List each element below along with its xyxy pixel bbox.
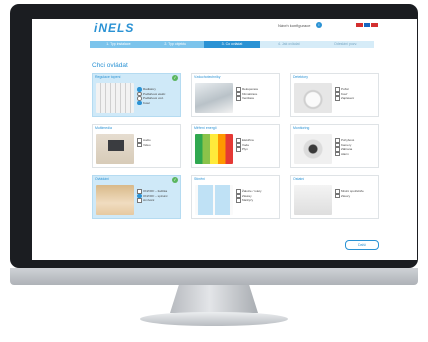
flag-icon[interactable] (371, 23, 379, 27)
feature-card[interactable]: Multimedia Audio Video (92, 124, 181, 168)
card-title: Ostatní (293, 177, 305, 181)
option-item[interactable]: Video (137, 142, 151, 147)
progress-steps: 1. Typ instalace 2. Typ objektu 3. Co ov… (90, 41, 374, 48)
feature-card[interactable]: Měření energií Elektřina Voda Plyn (191, 124, 280, 168)
option-label: Zaplavení (341, 96, 355, 101)
feature-card[interactable]: Stínění Žaluzie / rolety Závěsy Markýzy (191, 175, 280, 219)
option-list: Požár Kouř Zaplavení (335, 87, 354, 101)
option-item[interactable]: Kotel (137, 100, 166, 105)
camera-image (294, 134, 332, 164)
step-4[interactable]: 4. Jak ovládat (260, 41, 318, 48)
heater-image (96, 185, 134, 215)
monitor-chin (10, 268, 418, 285)
radio-button[interactable] (137, 96, 142, 101)
option-label: Závory (341, 193, 351, 198)
option-item[interactable]: Plyn (236, 147, 254, 152)
feature-card[interactable]: Vzduchotechniky Rekuperace Klimatizace Vent… (191, 73, 280, 117)
card-title: Ovládání (95, 177, 110, 181)
window-image (195, 185, 233, 215)
card-title: Monitoring (293, 126, 310, 130)
option-list: ON/OFF – tlačítka ON/OFF – spínání stmíván… (137, 189, 168, 203)
monitor-bezel: iNELS Návrh konfigurace i 1. Typ instala… (10, 4, 418, 268)
next-button[interactable]: Další (345, 240, 379, 250)
feature-card[interactable]: Monitoring Pohybové Kamery Zábrana Alarm (290, 124, 379, 168)
option-item[interactable]: Ventilace (236, 96, 258, 101)
option-list: Audio Video (137, 138, 151, 147)
monitor-stand (170, 285, 258, 313)
configurator-label: Návrh konfigurace (278, 23, 311, 28)
option-label: Kotel (143, 100, 150, 105)
card-title: Vzduchotechniky (194, 75, 221, 79)
checkbox[interactable] (335, 151, 340, 156)
tv-image (96, 134, 134, 164)
card-title: Multimedia (95, 126, 112, 130)
checkmark-icon: ✓ (172, 177, 178, 183)
option-list: Elektřina Voda Plyn (236, 138, 254, 152)
radio-button[interactable] (137, 87, 142, 92)
logo[interactable]: iNELS (94, 21, 134, 35)
energy-image (195, 134, 233, 164)
feature-card[interactable]: Ostatní Místní spotřebiče Závory (290, 175, 379, 219)
card-title: Detektory (293, 75, 308, 79)
card-title: Stínění (194, 177, 206, 181)
page-title: Chci ovládat (92, 62, 128, 69)
language-flags[interactable] (356, 23, 379, 27)
checkbox[interactable] (335, 193, 340, 198)
option-list: Radiátory Podlahové elektr. Podlahové vod.… (137, 87, 166, 105)
option-item[interactable]: Závory (335, 193, 364, 198)
option-label: Alarm (341, 151, 349, 156)
socket-image (294, 185, 332, 215)
option-label: Video (143, 142, 151, 147)
checkbox[interactable] (236, 96, 241, 101)
checkbox[interactable] (236, 198, 241, 203)
option-label: stmívání (143, 198, 155, 203)
monitor-base (140, 312, 288, 326)
checkbox[interactable] (137, 142, 142, 147)
flag-icon[interactable] (363, 23, 371, 27)
option-item[interactable]: stmívání (137, 198, 168, 203)
card-title: Regulace topení (95, 75, 121, 79)
option-label: Ventilace (242, 96, 255, 101)
info-icon[interactable]: i (316, 22, 322, 28)
flag-icon[interactable] (356, 23, 363, 27)
feature-grid: Regulace topení ✓ Radiátory Podlahové elekt… (92, 73, 379, 219)
radio-button[interactable] (137, 100, 142, 105)
feature-card[interactable]: Ovládání ✓ ON/OFF – tlačítka ON/OFF – spíná… (92, 175, 181, 219)
checkbox[interactable] (137, 198, 142, 203)
radiator-image (96, 83, 134, 113)
browser-viewport: iNELS Návrh konfigurace i 1. Typ instala… (32, 19, 417, 260)
page-header: iNELS Návrh konfigurace i (32, 19, 417, 36)
step-1[interactable]: 1. Typ instalace (90, 41, 147, 48)
option-item[interactable]: Alarm (335, 151, 354, 156)
option-list: Žaluzie / rolety Závěsy Markýzy (236, 189, 262, 203)
feature-card[interactable]: Detektory Požár Kouř Zaplavení (290, 73, 379, 117)
checkbox[interactable] (335, 96, 340, 101)
option-item[interactable]: Zaplavení (335, 96, 354, 101)
feature-card[interactable]: Regulace topení ✓ Radiátory Podlahové elekt… (92, 73, 181, 117)
card-title: Měření energií (194, 126, 217, 130)
checkmark-icon: ✓ (172, 75, 178, 81)
checkbox[interactable] (236, 147, 241, 152)
option-label: Markýzy (242, 198, 254, 203)
option-list: Místní spotřebiče Závory (335, 189, 364, 198)
step-3[interactable]: 3. Co ovládat (203, 41, 261, 48)
option-list: Pohybové Kamery Zábrana Alarm (335, 138, 354, 156)
step-5[interactable]: Odeslání pozv. (317, 41, 374, 48)
option-item[interactable]: Podlahové vod. (137, 96, 166, 101)
smoke-image (294, 83, 332, 113)
option-list: Rekuperace Klimatizace Ventilace (236, 87, 258, 101)
step-2[interactable]: 2. Typ objektu (146, 41, 204, 48)
vent-image (195, 83, 233, 113)
checkbox[interactable] (137, 189, 142, 194)
option-label: Plyn (242, 147, 248, 152)
option-item[interactable]: Markýzy (236, 198, 262, 203)
